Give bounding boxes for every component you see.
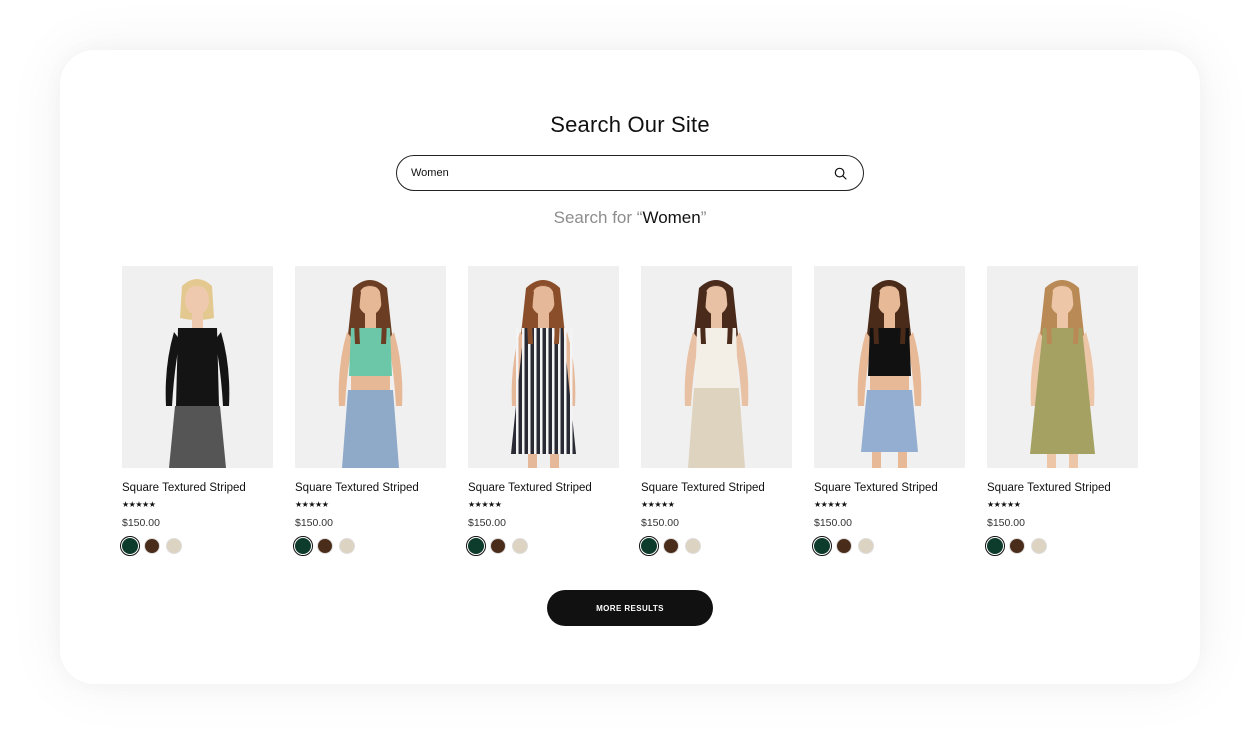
color-swatch-3[interactable] [1031, 538, 1047, 554]
color-swatch-2[interactable] [1009, 538, 1025, 554]
search-query: Women [642, 208, 701, 227]
rating-stars: ★★★★★ [987, 500, 1021, 509]
product-price: $150.00 [468, 517, 506, 529]
search-icon[interactable] [831, 164, 849, 182]
color-swatch-1[interactable] [120, 536, 140, 556]
color-swatch-2[interactable] [144, 538, 160, 554]
color-swatch-3[interactable] [858, 538, 874, 554]
color-swatch-3[interactable] [512, 538, 528, 554]
product-price: $150.00 [295, 517, 333, 529]
product-price: $150.00 [987, 517, 1025, 529]
color-swatch-1[interactable] [812, 536, 832, 556]
color-swatch-3[interactable] [339, 538, 355, 554]
product-price: $150.00 [122, 517, 160, 529]
product-name[interactable]: Square Textured Striped [814, 482, 965, 494]
product-name[interactable]: Square Textured Striped [641, 482, 792, 494]
model-figure [684, 280, 749, 468]
product-name[interactable]: Square Textured Striped [987, 482, 1138, 494]
close-quote: ” [700, 208, 707, 227]
color-swatch-1[interactable] [466, 536, 486, 556]
rating-stars: ★★★★★ [468, 500, 502, 509]
search-for-prefix: Search for [553, 208, 633, 227]
product-image[interactable] [641, 266, 792, 468]
rating-stars: ★★★★★ [295, 500, 329, 509]
color-swatches [639, 536, 792, 556]
product-name[interactable]: Square Textured Striped [122, 482, 273, 494]
color-swatches [293, 536, 446, 556]
color-swatches [120, 536, 273, 556]
more-results-button[interactable]: MORE RESULTS [547, 590, 713, 626]
color-swatch-1[interactable] [985, 536, 1005, 556]
rating-stars: ★★★★★ [641, 500, 675, 509]
color-swatch-3[interactable] [166, 538, 182, 554]
product-name[interactable]: Square Textured Striped [468, 482, 619, 494]
product-name[interactable]: Square Textured Striped [295, 482, 446, 494]
color-swatch-3[interactable] [685, 538, 701, 554]
color-swatches [466, 536, 619, 556]
page-title: Search Our Site [550, 112, 710, 137]
rating-stars: ★★★★★ [122, 500, 156, 509]
color-swatch-1[interactable] [293, 536, 313, 556]
product-price: $150.00 [641, 517, 679, 529]
product-card-3[interactable]: Square Textured Striped ★★★★★ $150.00 [466, 266, 619, 556]
color-swatches [812, 536, 965, 556]
product-price: $150.00 [814, 517, 852, 529]
rating-stars: ★★★★★ [814, 500, 848, 509]
search-panel: Search Our Site Search for “Women” Squar… [60, 50, 1200, 684]
color-swatch-2[interactable] [663, 538, 679, 554]
color-swatch-1[interactable] [639, 536, 659, 556]
color-swatch-2[interactable] [836, 538, 852, 554]
model-figure [338, 280, 403, 468]
model-figure [857, 280, 922, 468]
model-figure [511, 280, 576, 468]
model-figure [1030, 280, 1095, 468]
color-swatch-2[interactable] [317, 538, 333, 554]
product-image[interactable] [122, 266, 273, 468]
product-image[interactable] [468, 266, 619, 468]
product-image[interactable] [987, 266, 1138, 468]
product-image[interactable] [814, 266, 965, 468]
model-figure [165, 279, 230, 468]
product-card-1[interactable]: Square Textured Striped ★★★★★ $150.00 [120, 266, 273, 556]
product-card-5[interactable]: Square Textured Striped ★★★★★ $150.00 [812, 266, 965, 556]
search-bar [396, 155, 864, 191]
color-swatches [985, 536, 1138, 556]
product-image[interactable] [295, 266, 446, 468]
color-swatch-2[interactable] [490, 538, 506, 554]
product-card-4[interactable]: Square Textured Striped ★★★★★ $150.00 [639, 266, 792, 556]
search-results-heading: Search for “Women” [60, 208, 1200, 228]
product-card-6[interactable]: Square Textured Striped ★★★★★ $150.00 [985, 266, 1138, 556]
search-input[interactable] [411, 167, 831, 179]
product-grid: Square Textured Striped ★★★★★ $150.00 Sq… [120, 266, 1138, 556]
product-card-2[interactable]: Square Textured Striped ★★★★★ $150.00 [293, 266, 446, 556]
